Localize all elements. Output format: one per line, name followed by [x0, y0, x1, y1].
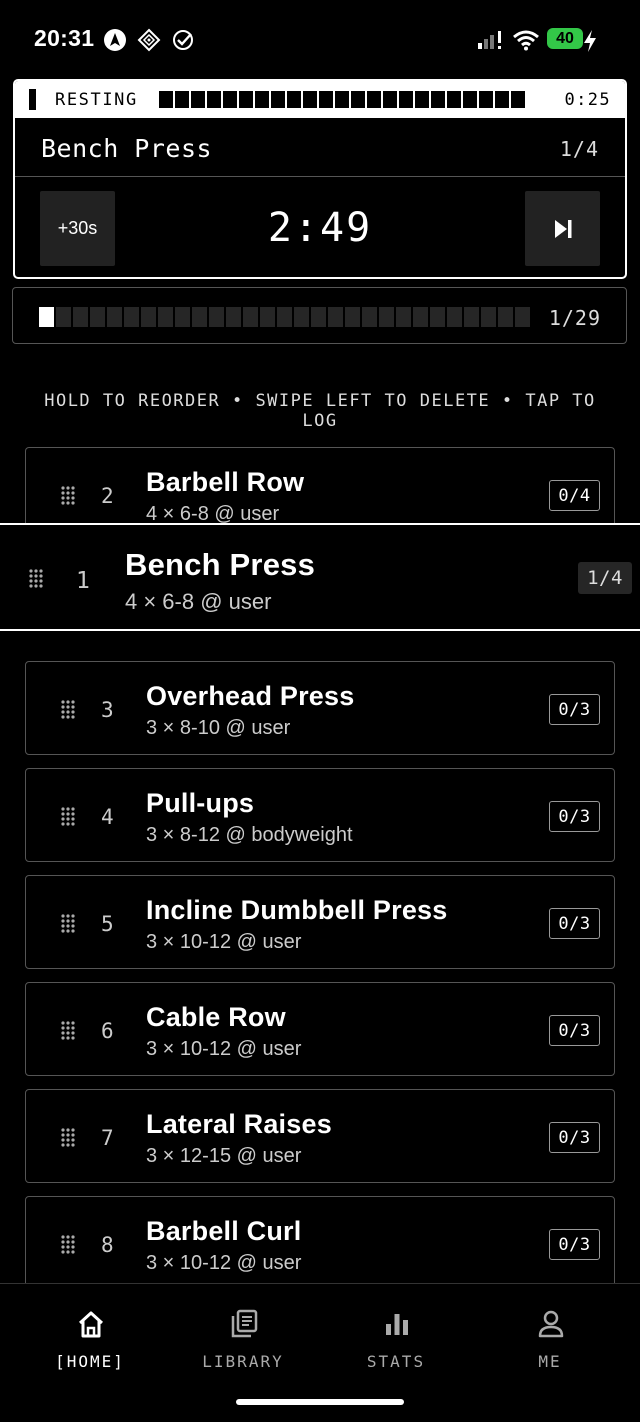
exercise-set-badge: 0/3 — [549, 694, 600, 725]
exercise-detail: 4 × 6-8 @ user — [125, 589, 272, 614]
exercise-detail: 3 × 12-15 @ user — [146, 1145, 302, 1167]
exercise-card-barbell-row[interactable]: 2 Barbell Row 4 × 6-8 @ user 0/4 — [25, 447, 615, 525]
tab-library[interactable]: LIBRARY — [173, 1309, 313, 1379]
exercise-card-cable-row[interactable]: 6 Cable Row 3 × 10-12 @ user 0/3 — [25, 982, 615, 1076]
exercise-card-incline-dumbbell-press[interactable]: 5 Incline Dumbbell Press 3 × 10-12 @ use… — [25, 875, 615, 969]
tab-home[interactable]: [HOME] — [20, 1309, 160, 1379]
tab-me[interactable]: ME — [480, 1309, 620, 1379]
exercise-name: Cable Row — [146, 1002, 286, 1032]
exercise-detail: 3 × 10-12 @ user — [146, 1038, 302, 1060]
exercise-name: Barbell Row — [146, 467, 305, 497]
drag-handle-icon[interactable] — [60, 485, 76, 505]
exercise-detail: 3 × 10-12 @ user — [146, 931, 302, 953]
drag-handle-icon[interactable] — [60, 1020, 76, 1040]
tab-label: STATS — [366, 1352, 426, 1371]
exercise-card-overhead-press[interactable]: 3 Overhead Press 3 × 8-10 @ user 0/3 — [25, 661, 615, 755]
stats-icon — [386, 1314, 408, 1335]
exercise-set-badge: 0/3 — [549, 1229, 600, 1260]
exercise-card-bench-press-dragging[interactable]: 1 Bench Press 4 × 6-8 @ user 1/4 — [0, 523, 640, 631]
tab-label: [HOME] — [55, 1352, 125, 1371]
exercise-name: Lateral Raises — [146, 1109, 332, 1139]
exercise-number: 2 — [101, 484, 114, 508]
drag-handle-icon[interactable] — [60, 1234, 76, 1254]
exercise-detail: 3 × 8-10 @ user — [146, 717, 291, 739]
exercise-card-pull-ups[interactable]: 4 Pull-ups 3 × 8-12 @ bodyweight 0/3 — [25, 768, 615, 862]
exercise-number: 3 — [101, 698, 114, 722]
exercise-name: Bench Press — [125, 547, 316, 582]
exercise-number: 8 — [101, 1233, 114, 1257]
exercise-set-badge: 1/4 — [578, 562, 632, 594]
home-indicator[interactable] — [236, 1399, 404, 1405]
exercise-set-badge: 0/3 — [549, 1122, 600, 1153]
tab-stats[interactable]: STATS — [326, 1309, 466, 1379]
person-icon — [538, 1310, 564, 1338]
exercise-set-badge: 0/3 — [549, 1015, 600, 1046]
exercise-list: 2 Barbell Row 4 × 6-8 @ user 0/4 1 Bench… — [0, 0, 640, 1283]
exercise-name: Barbell Curl — [146, 1216, 302, 1246]
tab-label: LIBRARY — [202, 1352, 284, 1371]
drag-handle-icon[interactable] — [60, 699, 76, 719]
exercise-card-lateral-raises[interactable]: 7 Lateral Raises 3 × 12-15 @ user 0/3 — [25, 1089, 615, 1183]
drag-handle-icon[interactable] — [60, 806, 76, 826]
exercise-set-badge: 0/3 — [549, 801, 600, 832]
exercise-set-badge: 0/4 — [549, 480, 600, 511]
tab-label: ME — [538, 1352, 562, 1371]
drag-handle-icon[interactable] — [28, 568, 44, 588]
library-icon — [231, 1309, 258, 1338]
exercise-number: 5 — [101, 912, 114, 936]
exercise-card-barbell-curl[interactable]: 8 Barbell Curl 3 × 10-12 @ user 0/3 — [25, 1196, 615, 1283]
exercise-number: 4 — [101, 805, 114, 829]
exercise-detail: 4 × 6-8 @ user — [146, 503, 280, 525]
exercise-name: Pull-ups — [146, 788, 255, 818]
drag-handle-icon[interactable] — [60, 913, 76, 933]
exercise-number: 6 — [101, 1019, 114, 1043]
exercise-name: Incline Dumbbell Press — [146, 895, 448, 925]
exercise-detail: 3 × 10-12 @ user — [146, 1252, 302, 1274]
exercise-detail: 3 × 8-12 @ bodyweight — [146, 824, 353, 846]
drag-handle-icon[interactable] — [60, 1127, 76, 1147]
exercise-name: Overhead Press — [146, 681, 355, 711]
exercise-number: 7 — [101, 1126, 114, 1150]
exercise-set-badge: 0/3 — [549, 908, 600, 939]
exercise-number: 1 — [76, 568, 90, 594]
home-icon — [78, 1311, 104, 1338]
